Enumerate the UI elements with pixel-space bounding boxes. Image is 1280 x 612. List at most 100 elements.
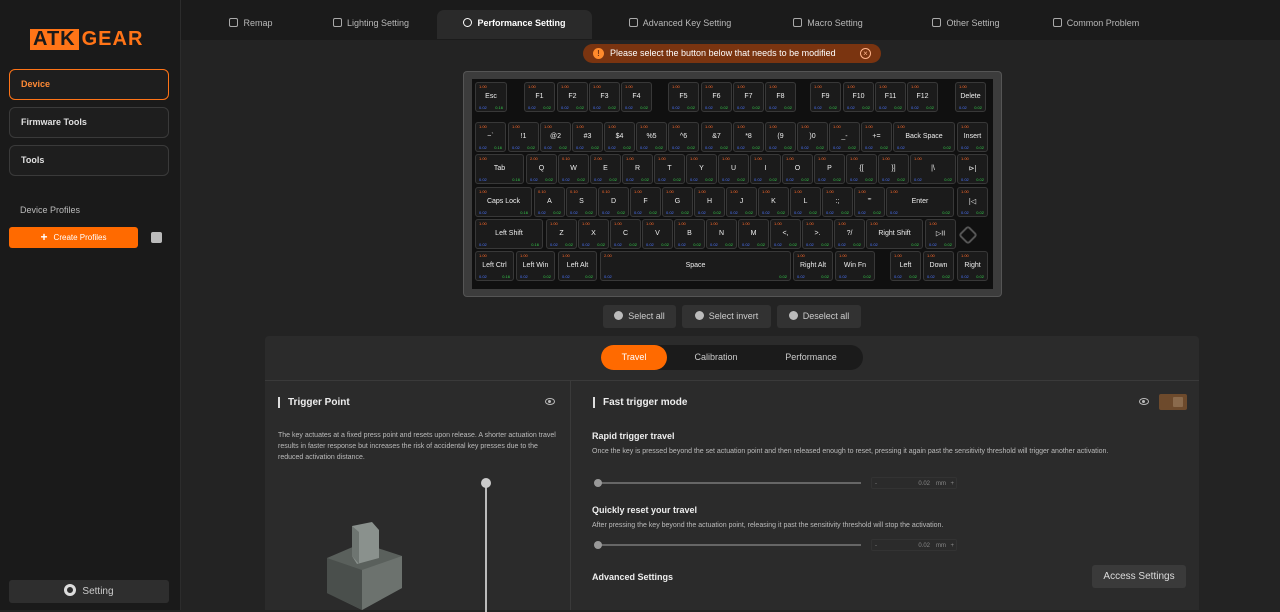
key-[interactable]: 1.00 |◁ 0.02 0.02 — [957, 187, 988, 217]
key-m[interactable]: 1.00 M 0.02 0.02 — [738, 219, 769, 249]
key-f4[interactable]: 1.00 F4 0.02 0.02 — [621, 82, 652, 112]
key-k[interactable]: 1.00 K 0.02 0.02 — [758, 187, 789, 217]
sidebar-item-firmware-tools[interactable]: Firmware Tools — [9, 107, 169, 138]
key-[interactable]: 1.00 _- 0.02 0.02 — [829, 122, 860, 152]
key-f11[interactable]: 1.00 F11 0.02 0.02 — [875, 82, 906, 112]
eye-icon[interactable] — [1139, 398, 1149, 405]
minus-icon[interactable]: - — [875, 478, 877, 490]
key-w[interactable]: 0.10 W 0.02 0.02 — [558, 154, 589, 184]
key-[interactable]: 1.00 ~` 0.02 0.16 — [475, 122, 506, 152]
key-caps-lock[interactable]: 1.00 Caps Lock 0.02 0.16 — [475, 187, 532, 217]
key-5[interactable]: 1.00 %5 0.02 0.02 — [636, 122, 667, 152]
key-p[interactable]: 1.00 P 0.02 0.02 — [814, 154, 845, 184]
key-0[interactable]: 1.00)0 0.02 0.02 — [797, 122, 828, 152]
key-q[interactable]: 2.00 Q 0.02 0.02 — [526, 154, 557, 184]
sidebar-item-tools[interactable]: Tools — [9, 145, 169, 176]
key-[interactable]: 1.00 ?/0.02 0.02 — [834, 219, 865, 249]
key-[interactable]: 1.00 += 0.02 0.02 — [861, 122, 892, 152]
key-f8[interactable]: 1.00 F8 0.02 0.02 — [765, 82, 796, 112]
key-n[interactable]: 1.00 N 0.02 0.02 — [706, 219, 737, 249]
plus-icon[interactable]: + — [950, 478, 954, 490]
key-ii[interactable]: 1.00 ▷II 0.02 0.02 — [925, 219, 956, 249]
key-tab[interactable]: 1.00 Tab 0.02 0.16 — [475, 154, 524, 184]
key-right-alt[interactable]: 1.00 Right Alt 0.02 0.02 — [793, 251, 833, 281]
key-i[interactable]: 1.00 I 0.02 0.02 — [750, 154, 781, 184]
plus-icon[interactable]: + — [950, 540, 954, 552]
key-left-ctrl[interactable]: 1.00 Left Ctrl 0.02 0.16 — [475, 251, 514, 281]
tab-common-problem[interactable]: Common Problem — [1041, 10, 1151, 39]
select-all-button[interactable]: Select all — [603, 305, 676, 328]
tab-calibration[interactable]: Calibration — [681, 345, 751, 370]
key-h[interactable]: 1.00 H 0.02 0.02 — [694, 187, 725, 217]
key-insert[interactable]: 1.00 Insert 0.02 0.02 — [957, 122, 988, 152]
key-9[interactable]: 1.00 (9 0.02 0.02 — [765, 122, 796, 152]
key-[interactable]: 1.00{[0.02 0.02 — [846, 154, 877, 184]
key-4[interactable]: 1.00 $4 0.02 0.02 — [604, 122, 635, 152]
reset-travel-slider[interactable] — [594, 541, 861, 549]
key-b[interactable]: 1.00 B 0.02 0.02 — [674, 219, 705, 249]
key-f12[interactable]: 1.00 F12 0.02 0.02 — [907, 82, 938, 112]
close-icon[interactable]: × — [860, 48, 871, 59]
key-f9[interactable]: 1.00 F9 0.02 0.02 — [810, 82, 841, 112]
key-z[interactable]: 1.00 Z 0.02 0.02 — [546, 219, 577, 249]
key-win-fn[interactable]: 1.00 Win Fn 0.02 0.02 — [835, 251, 875, 281]
key-6[interactable]: 1.00 ^6 0.02 0.02 — [668, 122, 699, 152]
key-f[interactable]: 1.00 F 0.02 0.02 — [630, 187, 661, 217]
tab-lighting-setting[interactable]: Lighting Setting — [316, 10, 426, 39]
key-f1[interactable]: 1.00 F1 0.02 0.02 — [524, 82, 555, 112]
key-enter[interactable]: 1.00 Enter 0.02 0.02 — [886, 187, 954, 217]
key-right[interactable]: 1.00 Right 0.02 0.02 — [957, 251, 988, 281]
deselect-all-button[interactable]: Deselect all — [777, 305, 861, 328]
tab-advanced-key-setting[interactable]: Advanced Key Setting — [615, 10, 745, 39]
key-c[interactable]: 1.00 C 0.02 0.02 — [610, 219, 641, 249]
eye-icon[interactable] — [545, 398, 555, 405]
key-[interactable]: 1.00 ⊳| 0.02 0.02 — [957, 154, 988, 184]
trash-icon[interactable] — [151, 232, 162, 243]
tab-remap[interactable]: Remap — [211, 10, 291, 39]
key-esc[interactable]: 1.00 Esc 0.02 0.16 — [475, 82, 507, 112]
key-[interactable]: 1.00 |\ 0.02 0.02 — [910, 154, 956, 184]
sidebar-item-device[interactable]: Device — [9, 69, 169, 100]
reset-travel-value-input[interactable]: - 0.02 mm + — [871, 539, 957, 551]
tab-other-setting[interactable]: Other Setting — [911, 10, 1021, 39]
key-3[interactable]: 1.00 #3 0.02 0.02 — [572, 122, 603, 152]
key-s[interactable]: 0.10 S 0.02 0.02 — [566, 187, 597, 217]
key-t[interactable]: 1.00 T 0.02 0.02 — [654, 154, 685, 184]
key-left-win[interactable]: 1.00 Left Win 0.02 0.02 — [516, 251, 555, 281]
key-x[interactable]: 1.00 X 0.02 0.02 — [578, 219, 609, 249]
fast-trigger-toggle[interactable] — [1159, 394, 1187, 410]
key-r[interactable]: 1.00 R 0.02 0.02 — [622, 154, 653, 184]
key-space[interactable]: 2.00 Space 0.02 0.02 — [600, 251, 791, 281]
key-[interactable]: 1.00}] 0.02 0.02 — [878, 154, 909, 184]
setting-button[interactable]: Setting — [9, 580, 169, 603]
key-[interactable]: 1.00 "' 0.02 0.02 — [854, 187, 885, 217]
key-delete[interactable]: 1.00 Delete 0.02 0.02 — [955, 82, 986, 112]
trigger-point-slider[interactable] — [481, 478, 491, 612]
key-[interactable]: 1.00 <, 0.02 0.02 — [770, 219, 801, 249]
key-l[interactable]: 1.00 L 0.02 0.02 — [790, 187, 821, 217]
tab-travel[interactable]: Travel — [601, 345, 667, 370]
access-settings-button[interactable]: Access Settings — [1092, 565, 1186, 588]
tab-performance[interactable]: Performance — [771, 345, 851, 370]
key-f6[interactable]: 1.00 F6 0.02 0.02 — [701, 82, 732, 112]
tab-macro-setting[interactable]: Macro Setting — [773, 10, 883, 39]
minus-icon[interactable]: - — [875, 540, 877, 552]
key-e[interactable]: 2.00 E 0.02 0.02 — [590, 154, 621, 184]
rapid-trigger-value-input[interactable]: - 0.02 mm + — [871, 477, 957, 489]
key-7[interactable]: 1.00 &7 0.02 0.02 — [701, 122, 732, 152]
key-[interactable]: 1.00 >. 0.02 0.02 — [802, 219, 833, 249]
rapid-trigger-slider[interactable] — [594, 479, 861, 487]
key-back-space[interactable]: 1.00 Back Space 0.02 0.02 — [893, 122, 955, 152]
key-j[interactable]: 1.00 J 0.02 0.02 — [726, 187, 757, 217]
key-f3[interactable]: 1.00 F3 0.02 0.02 — [589, 82, 620, 112]
key-left-alt[interactable]: 1.00 Left Alt 0.02 0.02 — [558, 251, 597, 281]
create-profiles-button[interactable]: + Create Profiles — [9, 227, 138, 248]
key-g[interactable]: 1.00 G 0.02 0.02 — [662, 187, 693, 217]
key-u[interactable]: 1.00 U 0.02 0.02 — [718, 154, 749, 184]
key-v[interactable]: 1.00 V 0.02 0.02 — [642, 219, 673, 249]
key-right-shift[interactable]: 1.00 Right Shift 0.02 0.02 — [866, 219, 923, 249]
key-left[interactable]: 1.00 Left 0.02 0.02 — [890, 251, 921, 281]
key-d[interactable]: 0.10 D 0.02 0.02 — [598, 187, 629, 217]
tab-performance-setting[interactable]: Performance Setting — [437, 10, 592, 39]
key-y[interactable]: 1.00 Y 0.02 0.02 — [686, 154, 717, 184]
